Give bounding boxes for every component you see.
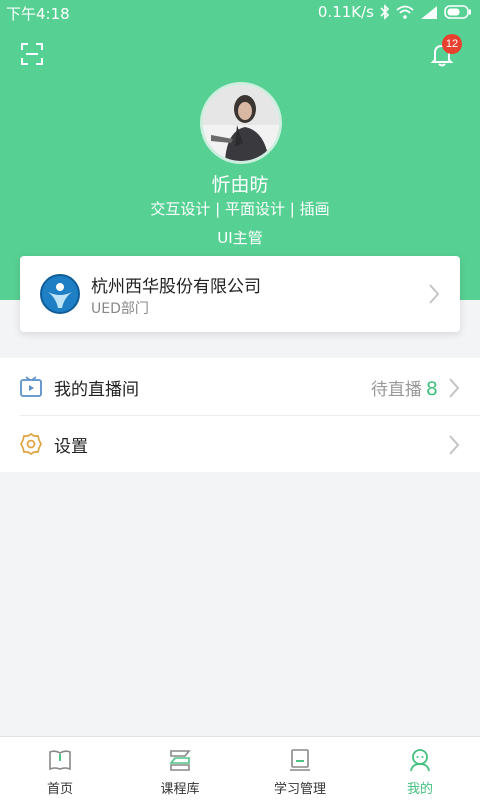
tab-learning-management[interactable]: 学习管理 (240, 737, 360, 801)
scan-icon[interactable] (20, 42, 44, 66)
live-status-label: 待直播 (370, 380, 422, 400)
tab-learning-management-label: 学习管理 (273, 782, 326, 797)
battery-icon (444, 5, 471, 19)
user-name: 忻由昉 (211, 174, 269, 196)
status-time: 下午4:18 (6, 5, 70, 23)
course-library-icon (169, 750, 191, 771)
bluetooth-icon (380, 4, 390, 20)
notification-badge: 12 (442, 34, 462, 54)
company-logo-icon (40, 274, 80, 314)
live-room-item[interactable]: 我的直播间 待直播 8 (0, 358, 480, 416)
live-room-label: 我的直播间 (54, 380, 139, 400)
chevron-right-icon (449, 378, 460, 398)
tab-mine[interactable]: 我的 (360, 737, 480, 801)
settings-item[interactable]: 设置 (0, 415, 480, 472)
chevron-right-icon (429, 284, 440, 304)
company-card[interactable]: 杭州西华股份有限公司 UED部门 (20, 256, 460, 332)
status-bar: 下午4:18 0.11K/s (0, 0, 480, 26)
profile-person-icon (410, 749, 430, 772)
company-department: UED部门 (91, 301, 149, 317)
tab-course-library-label: 课程库 (160, 782, 200, 797)
chevron-right-icon (449, 435, 460, 455)
user-title: UI主管 (217, 229, 263, 247)
company-name: 杭州西华股份有限公司 (91, 277, 261, 297)
signal-icon (421, 6, 437, 19)
wifi-icon (396, 5, 414, 19)
menu-list: 我的直播间 待直播 8 设置 (0, 358, 480, 472)
home-book-icon (49, 750, 71, 771)
tab-home-label: 首页 (46, 782, 73, 797)
tab-home[interactable]: 首页 (0, 737, 120, 801)
settings-gear-icon (20, 433, 42, 455)
notification-button[interactable]: 12 (430, 34, 462, 68)
avatar-portrait (203, 85, 279, 161)
live-tv-icon (20, 376, 42, 397)
tab-course-library[interactable]: 课程库 (120, 737, 240, 801)
profile-header: 下午4:18 0.11K/s 12 忻由昉 交互设计 | 平面设计 | 插画 U… (0, 0, 480, 300)
tab-mine-label: 我的 (406, 782, 433, 797)
bottom-tab-bar: 首页 课程库 学习管理 我的 (0, 736, 480, 801)
learning-management-icon (290, 749, 310, 771)
status-indicators: 0.11K/s (318, 3, 472, 21)
settings-label: 设置 (54, 437, 88, 457)
live-count: 8 (425, 378, 438, 400)
live-status: 待直播 8 (371, 375, 438, 400)
user-tags: 交互设计 | 平面设计 | 插画 (150, 200, 330, 218)
network-speed: 0.11K/s (317, 3, 374, 21)
avatar[interactable] (200, 82, 282, 164)
